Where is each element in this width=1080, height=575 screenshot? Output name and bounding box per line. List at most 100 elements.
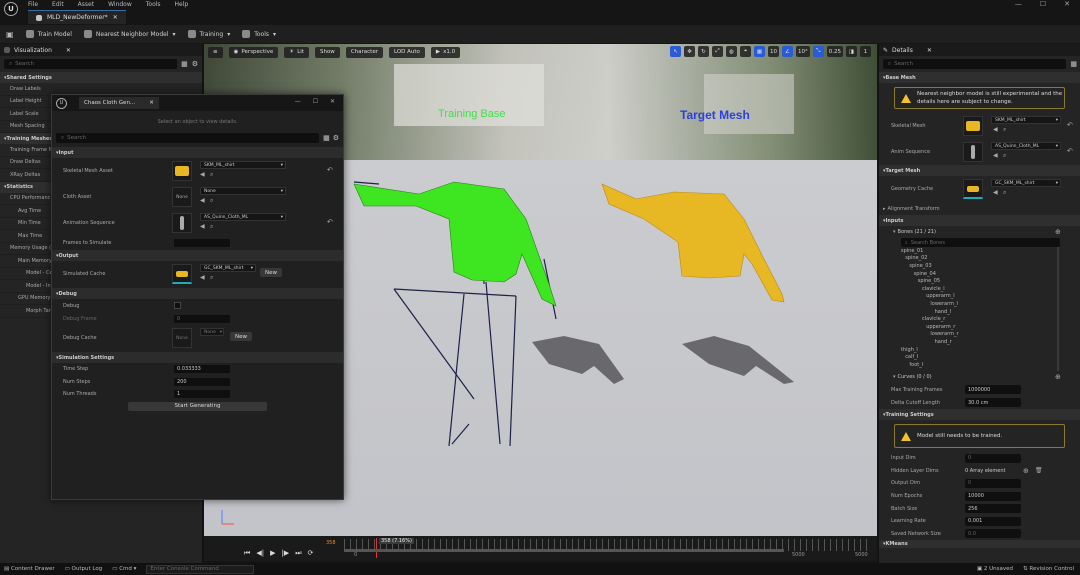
details-tab[interactable]: ✎ Details ✕	[879, 44, 1080, 56]
step-back-icon[interactable]: ◀|	[256, 549, 264, 557]
delete-icon[interactable]: 🗑	[1035, 467, 1043, 474]
document-tab[interactable]: MLD_NewDeformer* ✕	[28, 10, 126, 24]
skip-end-icon[interactable]: ⏭	[295, 549, 301, 558]
geometry-cache-dropdown[interactable]: GC_SKM_ML_shirt ▾	[991, 179, 1061, 187]
animation-thumbnail[interactable]	[172, 213, 192, 233]
grid-view-icon[interactable]: ▦	[323, 134, 330, 142]
browse-icon[interactable]: ◀	[993, 189, 998, 196]
bone-item[interactable]: thigh_l	[899, 346, 1057, 354]
skeletal-mesh-dropdown[interactable]: SKM_ML_shirt ▾	[200, 161, 286, 169]
add-icon[interactable]: ⊕	[1055, 373, 1061, 381]
cache-thumbnail[interactable]	[963, 179, 983, 199]
revision-control-button[interactable]: ⇅ Revision Control	[1023, 566, 1074, 572]
surface-snap-icon[interactable]: ⌖	[740, 46, 751, 57]
new-cache-button[interactable]: New	[260, 268, 282, 277]
animation-thumbnail[interactable]	[963, 142, 983, 162]
bone-item[interactable]: foot_l	[899, 361, 1057, 369]
world-space-icon[interactable]: ◍	[726, 46, 737, 57]
sim-cache-dropdown[interactable]: GC_SKM_ML_shirt ▾	[200, 264, 256, 272]
cache-thumbnail[interactable]	[172, 264, 192, 284]
training-dropdown[interactable]: Training ▾	[187, 30, 230, 38]
bone-item[interactable]: calf_l	[899, 353, 1057, 361]
browse-icon[interactable]: ◀	[993, 126, 998, 133]
debug-frame-input[interactable]: 0	[174, 314, 230, 323]
visualization-search-input[interactable]: ⌕ Search	[4, 59, 178, 69]
delta-cutoff-input[interactable]: 30.0 cm	[965, 398, 1021, 407]
train-model-button[interactable]: Train Model	[25, 30, 72, 38]
timeline[interactable]: ⏮ ◀| ▶ |▶ ⏭ ⟳ 358 358 (7.16%) 0 5000 500…	[204, 536, 877, 561]
alignment-transform-row[interactable]: ▸ Alignment Transform	[879, 202, 1080, 215]
bone-item[interactable]: clavicle_l	[899, 285, 1057, 293]
cloth-window-titlebar[interactable]: U Chaos Cloth Gen... ✕ — ☐ ✕	[52, 95, 343, 111]
reset-icon[interactable]: ↶	[327, 218, 333, 226]
step-forward-icon[interactable]: |▶	[281, 549, 289, 557]
browse-icon[interactable]: ◀	[200, 223, 205, 230]
visualization-tab[interactable]: Visualization ✕	[0, 44, 202, 56]
find-icon[interactable]: ⌕	[1003, 189, 1006, 197]
minimize-icon[interactable]: —	[1015, 0, 1022, 8]
play-rate-button[interactable]: ▶ x1.0	[430, 46, 461, 58]
grid-view-icon[interactable]: ▦	[181, 60, 188, 68]
bone-item[interactable]: spine_05	[899, 277, 1057, 285]
menu-edit[interactable]: Edit	[52, 1, 64, 8]
shared-settings-section[interactable]: ▾ Shared Settings	[0, 72, 202, 83]
minimize-icon[interactable]: —	[295, 98, 301, 105]
find-icon[interactable]: ⌕	[210, 197, 213, 205]
bones-row[interactable]: ▾ Bones (21 / 21) ⊕	[879, 226, 1080, 238]
input-section[interactable]: ▾ Input	[52, 147, 343, 158]
start-generating-button[interactable]: Start Generating	[128, 401, 267, 411]
tab-close-icon[interactable]: ✕	[149, 100, 154, 106]
browse-icon[interactable]: ◀	[200, 171, 205, 178]
max-training-frames-input[interactable]: 1000000	[965, 385, 1021, 394]
add-icon[interactable]: ⊕	[1055, 228, 1061, 236]
num-steps-input[interactable]: 200	[174, 377, 230, 386]
move-tool-icon[interactable]: ✥	[684, 46, 695, 57]
viewport-menu-button[interactable]: ≡	[208, 46, 223, 58]
close-icon[interactable]: ✕	[330, 98, 335, 105]
scale-snap-value[interactable]: 0.25	[826, 46, 843, 57]
batch-size-input[interactable]: 256	[965, 504, 1021, 514]
camera-speed-icon[interactable]: ◨	[846, 46, 857, 57]
camera-speed-value[interactable]: 1	[860, 46, 871, 57]
find-icon[interactable]: ⌕	[1003, 126, 1006, 134]
angle-snap-value[interactable]: 10°	[796, 46, 810, 57]
tab-close-icon[interactable]: ✕	[927, 47, 932, 54]
menu-file[interactable]: File	[28, 1, 38, 8]
bone-item[interactable]: hand_l	[899, 308, 1057, 316]
bone-item[interactable]: lowerarm_r	[899, 331, 1057, 339]
reset-icon[interactable]: ↶	[1067, 121, 1073, 129]
cloth-gen-tab[interactable]: Chaos Cloth Gen... ✕	[79, 97, 159, 109]
simulation-settings-section[interactable]: ▾ Simulation Settings	[52, 352, 343, 363]
num-threads-input[interactable]: 1	[174, 390, 230, 399]
cmd-dropdown[interactable]: ▭ Cmd ▾	[112, 566, 136, 572]
inputs-section[interactable]: ▾ Inputs	[879, 215, 1080, 226]
show-button[interactable]: Show	[314, 46, 340, 58]
empty-thumbnail[interactable]: None	[172, 187, 192, 207]
tools-dropdown[interactable]: Tools ▾	[242, 30, 276, 38]
find-icon[interactable]: ⌕	[210, 274, 213, 282]
skeletal-mesh-dropdown[interactable]: SKM_ML_shirt ▾	[991, 116, 1061, 124]
perspective-button[interactable]: ◉ Perspective	[228, 46, 279, 58]
empty-thumbnail[interactable]: None	[172, 328, 192, 348]
debug-section[interactable]: ▾ Debug	[52, 288, 343, 299]
model-type-dropdown[interactable]: Nearest Neighbor Model ▾	[83, 30, 176, 38]
cloth-search-input[interactable]: ⌕ Search	[56, 133, 320, 143]
current-frame-value[interactable]: 358	[326, 540, 336, 546]
menu-asset[interactable]: Asset	[78, 1, 94, 8]
base-mesh-section[interactable]: ▾ Base Mesh	[879, 72, 1080, 83]
cloth-asset-dropdown[interactable]: None ▾	[200, 187, 286, 195]
curves-row[interactable]: ▾ Curves (0 / 0) ⊕	[879, 371, 1080, 383]
bone-item[interactable]: upperarm_l	[899, 293, 1057, 301]
details-search-input[interactable]: ⌕ Search	[883, 59, 1067, 69]
num-epochs-input[interactable]: 10000	[965, 491, 1021, 501]
select-tool-icon[interactable]: ↖	[670, 46, 681, 57]
bone-tree[interactable]: spine_01 spine_02 spine_03 spine_04 spine_05…	[899, 247, 1059, 371]
menu-window[interactable]: Window	[108, 1, 132, 8]
tab-close-icon[interactable]: ✕	[113, 14, 118, 21]
shirt-thumbnail[interactable]	[963, 116, 983, 136]
lod-button[interactable]: LOD Auto	[388, 46, 425, 58]
add-icon[interactable]: ⊕	[1023, 467, 1029, 475]
bone-item[interactable]: upperarm_r	[899, 323, 1057, 331]
output-log-button[interactable]: ▭ Output Log	[65, 566, 103, 572]
anim-sequence-dropdown[interactable]: AS_Quinn_Cloth_ML ▾	[991, 142, 1061, 150]
